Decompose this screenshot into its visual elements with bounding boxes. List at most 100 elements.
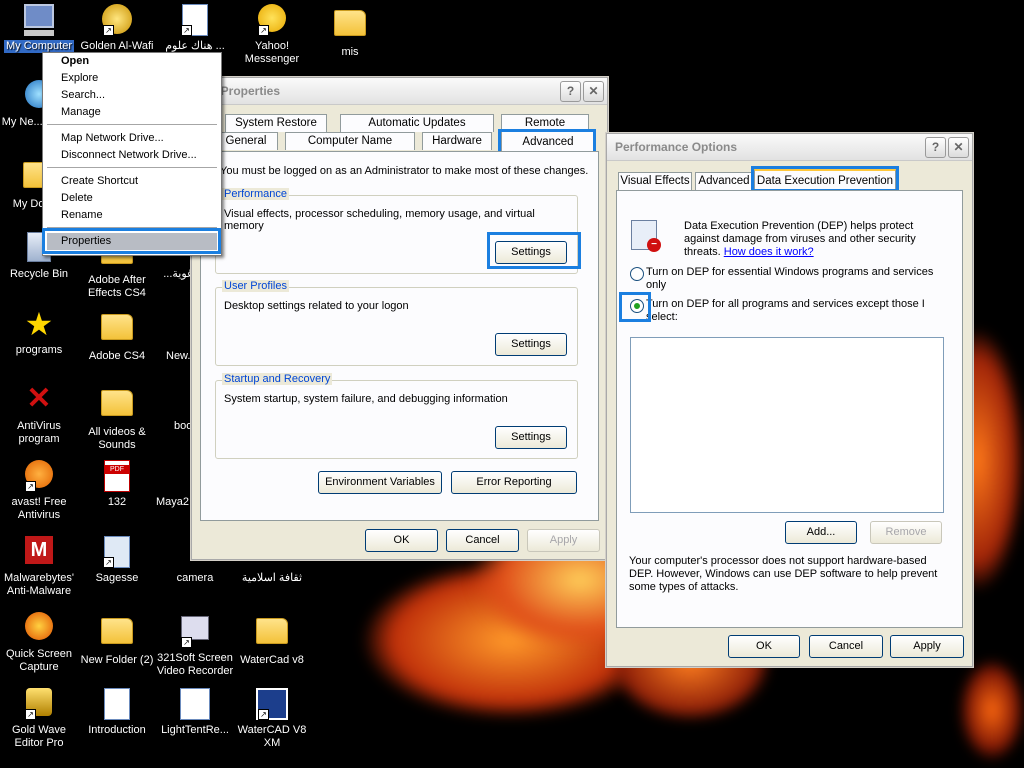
tab-automatic-updates[interactable]: Automatic Updates — [340, 114, 494, 132]
desktop-icon-label: camera — [176, 572, 214, 584]
dep-shield-icon: − — [631, 220, 661, 254]
system-properties-titlebar[interactable]: em Properties ? ✕ — [192, 78, 607, 105]
apply-button[interactable]: Apply — [527, 529, 600, 552]
desktop-icon-label: Sagesse — [95, 572, 139, 584]
video-recorder-icon: ↗ — [179, 616, 211, 648]
user-profiles-label: User Profiles — [222, 280, 289, 292]
sagesse-icon: ↗ — [101, 536, 133, 568]
close-button[interactable]: ✕ — [948, 137, 969, 158]
desktop-icon-label: mis — [341, 46, 359, 58]
menu-item-disconnect-network-drive[interactable]: Disconnect Network Drive... — [61, 149, 197, 161]
dep-info-line1: Data Execution Prevention (DEP) helps pr… — [684, 220, 914, 232]
menu-item-create-shortcut[interactable]: Create Shortcut — [61, 175, 138, 187]
how-does-it-work-link[interactable]: How does it work? — [724, 246, 814, 258]
dep-note: Your computer's processor does not suppo… — [629, 555, 937, 594]
desktop-icon-introduction[interactable]: Introduction — [78, 688, 156, 737]
desktop-icon-label: LightTentRe... — [161, 724, 229, 736]
properties-highlight — [42, 228, 221, 254]
desktop-icon-adobe-cs4[interactable]: Adobe CS4 — [78, 308, 156, 363]
radio-essential-label: Turn on DEP for essential Windows progra… — [646, 266, 933, 292]
tab-visual-effects[interactable]: Visual Effects — [618, 172, 692, 190]
star-icon: ★ — [24, 306, 54, 342]
desktop-icon-label: New Folder (2) — [80, 654, 154, 666]
folder-icon — [334, 10, 366, 42]
dep-note-line2: DEP. However, Windows can use DEP softwa… — [629, 568, 938, 580]
menu-item-delete[interactable]: Delete — [61, 192, 93, 204]
desktop-icon-label: avast! Free Antivirus — [11, 496, 67, 521]
help-button[interactable]: ? — [560, 81, 581, 102]
desktop-icon-all-videos[interactable]: All videos & Sounds — [78, 384, 156, 452]
desktop-icon-label: Malwarebytes' Anti-Malware — [4, 572, 74, 597]
desktop-icon-watercad-v8[interactable]: WaterCad v8 — [233, 612, 311, 667]
desktop-icon-label: programs — [15, 344, 63, 356]
desktop-icon-label: Recycle Bin — [9, 268, 69, 280]
menu-item-rename[interactable]: Rename — [61, 209, 103, 221]
error-reporting-button[interactable]: Error Reporting — [451, 471, 577, 494]
desktop-icon-programs[interactable]: ★ programs — [0, 308, 78, 357]
menu-item-search[interactable]: Search... — [61, 89, 105, 101]
environment-variables-button[interactable]: Environment Variables — [318, 471, 442, 494]
cancel-button[interactable]: Cancel — [809, 635, 883, 658]
desktop-icon-antivirus-program[interactable]: ✕ AntiVirus program — [0, 384, 78, 446]
desktop-icon-avast[interactable]: ↗ avast! Free Antivirus — [0, 460, 78, 522]
desktop-icon-mis[interactable]: mis — [311, 4, 389, 59]
watercad-icon: ↗ — [256, 688, 288, 720]
menu-item-manage[interactable]: Manage — [61, 106, 101, 118]
desktop-icon-lighttent[interactable]: LightTentRe... — [156, 688, 234, 737]
remove-button[interactable]: Remove — [870, 521, 942, 544]
startup-recovery-settings-button[interactable]: Settings — [495, 426, 567, 449]
ok-button[interactable]: OK — [728, 635, 800, 658]
radio-essential[interactable] — [630, 267, 644, 281]
tab-computer-name[interactable]: Computer Name — [285, 132, 415, 150]
desktop-icon-label: Gold Wave Editor Pro — [11, 724, 66, 749]
desktop-icon-goldwave[interactable]: ↗ Gold Wave Editor Pro — [0, 688, 78, 750]
desktop-icon-sagesse[interactable]: ↗ Sagesse — [78, 536, 156, 585]
desktop-icon-word-doc[interactable]: ↗ هناك علوم ... — [156, 4, 234, 53]
desktop-icon-label: Yahoo! Messenger — [244, 40, 300, 65]
word-document-icon: ↗ — [179, 4, 211, 36]
dep-note-line1: Your computer's processor does not suppo… — [629, 555, 927, 567]
computer-icon — [23, 4, 55, 36]
apply-button[interactable]: Apply — [890, 635, 964, 658]
dep-info-line3: threats. — [684, 246, 721, 258]
close-button[interactable]: ✕ — [583, 81, 604, 102]
desktop-icon-label: AntiVirus program — [17, 420, 61, 445]
folder-icon — [101, 314, 133, 346]
tab-general[interactable]: General — [214, 132, 278, 150]
desktop-icon-quick-screen-capture[interactable]: Quick Screen Capture — [0, 612, 78, 674]
context-menu: Open Explore Search... Manage Map Networ… — [42, 52, 222, 256]
cancel-button[interactable]: Cancel — [446, 529, 519, 552]
help-button[interactable]: ? — [925, 137, 946, 158]
desktop-icon-golden-al-wafi[interactable]: ↗ Golden Al-Wafi — [78, 4, 156, 53]
tab-advanced[interactable]: Advanced — [695, 172, 753, 190]
desktop-icon-new-folder-2[interactable]: New Folder (2) — [78, 612, 156, 667]
goldwave-icon: ↗ — [23, 688, 55, 720]
pdf-icon: PDF — [101, 460, 133, 492]
desktop-icon-my-computer[interactable]: My Computer — [0, 4, 78, 53]
tab-hardware[interactable]: Hardware — [422, 132, 492, 150]
desktop-icon-malwarebytes[interactable]: M Malwarebytes' Anti-Malware — [0, 536, 78, 598]
user-profiles-group: User Profiles Desktop settings related t… — [215, 280, 578, 366]
ok-button[interactable]: OK — [365, 529, 438, 552]
performance-options-titlebar[interactable]: Performance Options ? ✕ — [607, 134, 972, 161]
radio-all-programs-label: Turn on DEP for all programs and service… — [646, 298, 925, 324]
menu-item-explore[interactable]: Explore — [61, 72, 98, 84]
menu-item-map-network-drive[interactable]: Map Network Drive... — [61, 132, 164, 144]
tab-system-restore[interactable]: System Restore — [225, 114, 327, 132]
dep-note-line3: some types of attacks. — [629, 581, 739, 593]
add-button[interactable]: Add... — [785, 521, 857, 544]
user-profiles-settings-button[interactable]: Settings — [495, 333, 567, 356]
word-document-icon — [162, 384, 194, 416]
desktop-icon-321soft[interactable]: ↗ 321Soft Screen Video Recorder — [156, 612, 234, 678]
dep-tab-highlight — [751, 166, 899, 192]
document-icon — [179, 688, 211, 720]
maya-icon — [162, 460, 194, 492]
system-properties-window: em Properties ? ✕ System Restore Automat… — [191, 77, 608, 560]
desktop-icon-yahoo-messenger[interactable]: ↗ Yahoo! Messenger — [233, 4, 311, 66]
menu-item-open[interactable]: Open — [61, 55, 89, 67]
desktop-icon-132-pdf[interactable]: PDF 132 — [78, 460, 156, 509]
dep-exception-list[interactable] — [630, 337, 944, 513]
desktop-icon-watercad-v8-xm[interactable]: ↗ WaterCAD V8 XM — [233, 688, 311, 750]
desktop-icon-label: WaterCAD V8 XM — [237, 724, 307, 749]
desktop-icon-label: WaterCad v8 — [240, 654, 304, 666]
